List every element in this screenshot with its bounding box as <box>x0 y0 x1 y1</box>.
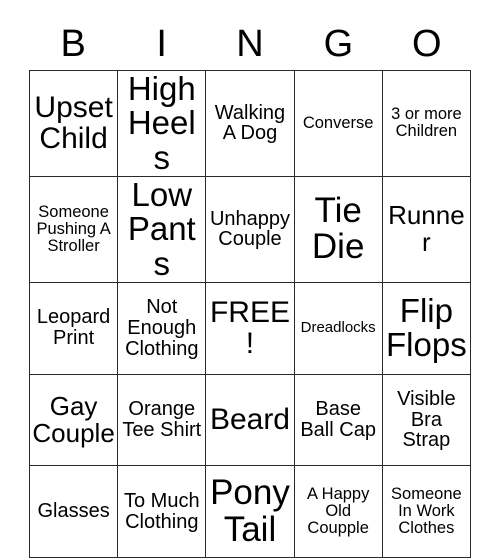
bingo-cell[interactable]: 3 or more Children <box>381 70 472 177</box>
bingo-cell-label: Runner <box>388 200 465 258</box>
bingo-header-letter-b: B <box>60 23 86 65</box>
bingo-cell-label: Tie Die <box>311 191 365 267</box>
bingo-cell-label: Upset Child <box>34 91 113 156</box>
bingo-cell-label: Gay Couple <box>32 391 115 449</box>
bingo-cell-label: Glasses <box>37 500 110 523</box>
bingo-header-letter-n: N <box>236 23 264 65</box>
bingo-cell[interactable]: Leopard Print <box>28 281 119 375</box>
bingo-cell-label: Base Ball Cap <box>300 398 376 442</box>
bingo-header-letter-o: O <box>412 23 442 65</box>
bingo-row: Upset Child High Heels Walking A Dog Con… <box>28 70 472 177</box>
bingo-cell[interactable]: High Heels <box>117 70 207 177</box>
bingo-row: Leopard Print Not Enough Clothing FREE! … <box>28 281 472 375</box>
bingo-cell-label: Someone In Work Clothes <box>391 485 462 538</box>
bingo-cell[interactable]: Tie Die <box>293 175 383 283</box>
bingo-cell-free[interactable]: FREE! <box>205 281 295 375</box>
bingo-cell[interactable]: Upset Child <box>28 70 119 177</box>
bingo-cell-label: Low Pants <box>127 176 196 282</box>
bingo-cell[interactable]: Dreadlocks <box>293 281 383 375</box>
bingo-cell[interactable]: Runner <box>381 175 472 283</box>
bingo-cell-label: Dreadlocks <box>300 319 376 337</box>
bingo-cell[interactable]: Flip Flops <box>381 281 472 375</box>
bingo-cell[interactable]: Someone Pushing A Stroller <box>28 175 119 283</box>
bingo-cell[interactable]: Unhappy Couple <box>205 175 295 283</box>
bingo-cell-label: Not Enough Clothing <box>125 296 199 360</box>
bingo-header-letter-g: G <box>323 23 354 65</box>
bingo-cell[interactable]: Beard <box>205 373 295 467</box>
bingo-cell-label: Orange Tee Shirt <box>122 398 202 442</box>
bingo-cell-label: Pony Tail <box>210 473 290 549</box>
bingo-header-row: B I N G O <box>29 18 471 70</box>
bingo-cell[interactable]: Visible Bra Strap <box>381 373 472 467</box>
bingo-header-letter-i: I <box>156 23 167 65</box>
bingo-cell-label: High Heels <box>127 70 196 176</box>
bingo-cell-label: To Much Clothing <box>123 490 200 533</box>
bingo-cell-label: A Happy Old Coupple <box>306 485 370 538</box>
bingo-row: Gay Couple Orange Tee Shirt Beard Base B… <box>28 373 472 467</box>
bingo-cell[interactable]: Converse <box>293 70 383 177</box>
bingo-cell[interactable]: Gay Couple <box>28 373 119 467</box>
bingo-card: B I N G O Upset Child High Heels Walking… <box>0 0 500 558</box>
bingo-cell[interactable]: Walking A Dog <box>205 70 295 177</box>
bingo-cell-label: FREE! <box>209 296 290 361</box>
bingo-cell-label: Beard <box>209 403 290 437</box>
bingo-cell[interactable]: Base Ball Cap <box>293 373 383 467</box>
bingo-cell[interactable]: Low Pants <box>117 175 207 283</box>
bingo-cell-label: 3 or more Children <box>391 105 462 141</box>
bingo-cell-label: Converse <box>302 113 374 132</box>
bingo-cell-label: Unhappy Couple <box>209 207 290 251</box>
bingo-cell-label: Visible Bra Strap <box>397 387 456 452</box>
bingo-cell-label: Flip Flops <box>386 291 467 364</box>
bingo-cell-label: Someone Pushing A Stroller <box>36 202 111 255</box>
bingo-cell-label: Walking A Dog <box>214 101 286 145</box>
bingo-cell[interactable]: Not Enough Clothing <box>117 281 207 375</box>
bingo-row: Someone Pushing A Stroller Low Pants Unh… <box>28 175 472 283</box>
bingo-grid: Upset Child High Heels Walking A Dog Con… <box>28 70 472 558</box>
bingo-cell-label: Leopard Print <box>36 306 111 350</box>
bingo-cell[interactable]: Orange Tee Shirt <box>117 373 207 467</box>
